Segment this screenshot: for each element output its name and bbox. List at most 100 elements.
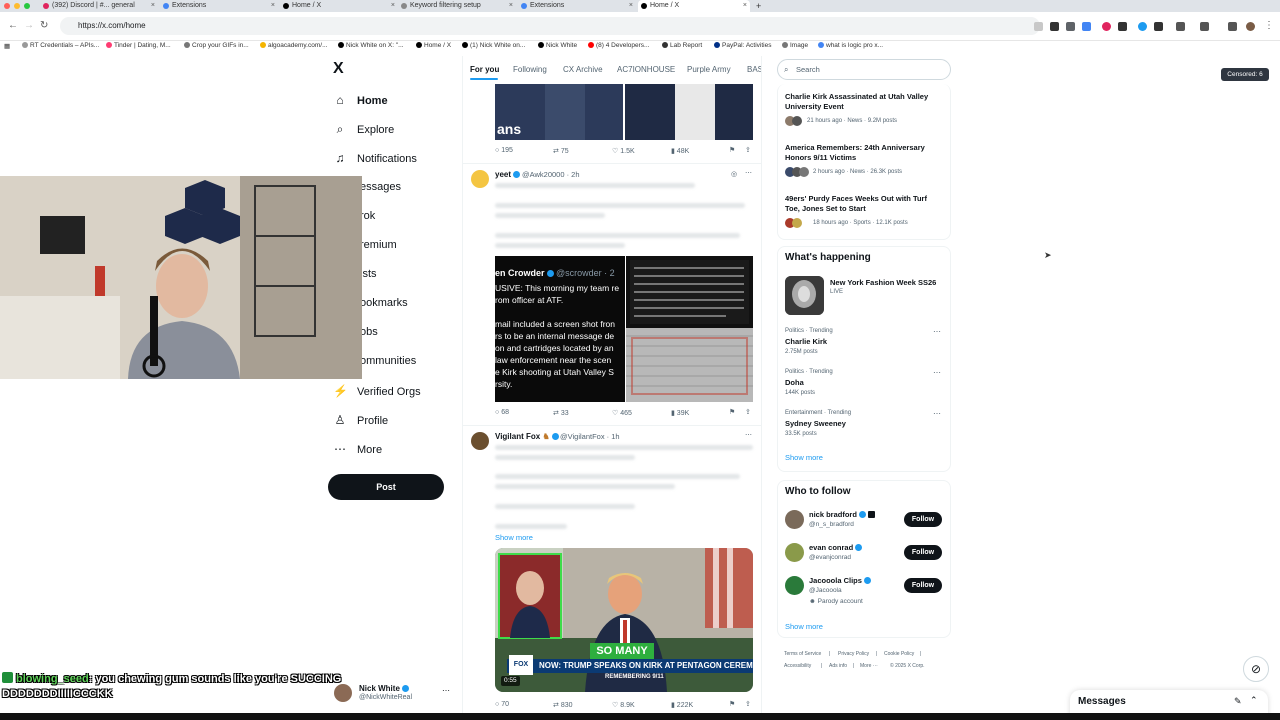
suggested-user-name[interactable]: Jacooola Clips (809, 576, 871, 585)
nav-home[interactable]: ⌂ Home (333, 89, 387, 111)
more-icon[interactable]: ⋮ (1264, 20, 1274, 31)
avatar[interactable] (785, 576, 804, 595)
news-item-title[interactable]: 49ers' Purdy Faces Weeks Out with Turf T… (785, 194, 935, 214)
bookmark-item[interactable]: what is logic pro x... (818, 42, 883, 49)
show-more-follow[interactable]: Show more (785, 622, 823, 631)
bookmark-item[interactable]: (1) Nick White on... (462, 42, 525, 49)
bookmark-item[interactable]: PayPal: Activities (714, 42, 772, 49)
tab-ac7ionhouse[interactable]: AC7IONHOUSE (617, 65, 675, 74)
menu-icon[interactable] (1228, 22, 1237, 31)
bookmark-item[interactable]: (8) 4 Developers... (588, 42, 649, 49)
suggested-user-name[interactable]: evan conrad (809, 543, 863, 552)
tab-bas[interactable]: BAS (747, 65, 761, 74)
follow-button[interactable]: Follow (904, 578, 942, 593)
x-logo-icon[interactable]: X (333, 60, 344, 78)
nav-communities[interactable]: ommunities (360, 350, 416, 372)
new-tab-button[interactable]: + (752, 0, 768, 12)
tab-home-x-active[interactable]: Home / X × (638, 0, 750, 12)
bookmark-icon[interactable]: ⚑ (729, 700, 735, 708)
bookmark-item[interactable]: RT Credentials – APIs... (22, 42, 99, 49)
tab-purple-army[interactable]: Purple Army (687, 65, 731, 74)
post-image[interactable]: ans (495, 84, 753, 140)
bookmark-icon[interactable]: ⚑ (729, 408, 735, 416)
reply-button[interactable]: ○ 68 (495, 409, 509, 416)
expand-icon[interactable]: ⌃ (1250, 695, 1258, 706)
extension-icon[interactable] (1102, 22, 1111, 31)
tab-for-you[interactable]: For you (470, 65, 499, 74)
author-handle[interactable]: @VigilantFox · 1h (560, 432, 620, 441)
nav-lists[interactable]: ists (360, 263, 377, 285)
nav-messages[interactable]: essages (360, 176, 401, 198)
extension-icon[interactable] (1082, 22, 1091, 31)
post-button[interactable]: Post (328, 474, 444, 500)
avatar[interactable] (1246, 22, 1255, 31)
bookmark-item[interactable]: algoacademy.com/... (260, 42, 328, 49)
footer-cookie[interactable]: Cookie Policy (884, 651, 914, 657)
views-button[interactable]: ▮ 222K (671, 701, 693, 709)
back-icon[interactable]: ← (8, 20, 18, 31)
trend-more-icon[interactable]: ⋯ (933, 409, 941, 418)
extension-icon[interactable] (1118, 22, 1127, 31)
trend-more-icon[interactable]: ⋯ (933, 327, 941, 336)
apps-icon[interactable]: ▦ (4, 42, 10, 50)
views-button[interactable]: ▮ 48K (671, 147, 689, 155)
like-button[interactable]: ♡ 8.9K (612, 701, 635, 709)
sidepanel-icon[interactable] (1200, 22, 1209, 31)
grok-icon[interactable]: ◎ (731, 170, 737, 178)
tab-cx-archive[interactable]: CX Archive (563, 65, 603, 74)
nav-jobs[interactable]: obs (360, 321, 378, 343)
reply-button[interactable]: ○ 70 (495, 701, 509, 708)
nav-profile[interactable]: ♙ Profile (333, 409, 389, 431)
repost-button[interactable]: ⇄ 830 (553, 701, 573, 709)
grok-floating-icon[interactable]: ⊘ (1243, 656, 1269, 682)
avatar[interactable] (785, 510, 804, 529)
footer-terms[interactable]: Terms of Service (784, 651, 821, 657)
close-icon[interactable]: × (509, 0, 513, 12)
share-icon[interactable]: ⇪ (745, 700, 751, 708)
nav-more[interactable]: ⋯ More (333, 438, 382, 460)
extension-icon[interactable] (1066, 22, 1075, 31)
video-player[interactable]: SO MANY NOW: TRUMP SPEAKS ON KIRK AT PEN… (495, 548, 753, 692)
footer-accessibility[interactable]: Accessibility (784, 663, 811, 669)
extension-icon[interactable] (1176, 22, 1185, 31)
reply-button[interactable]: ○ 195 (495, 147, 513, 154)
like-button[interactable]: ♡ 1.5K (612, 147, 635, 155)
forward-icon[interactable]: → (24, 20, 34, 31)
trend-name[interactable]: Doha (785, 378, 804, 387)
author-name[interactable]: Vigilant Fox ♞ (495, 432, 559, 441)
bookmark-item[interactable]: Lab Report (662, 42, 702, 49)
tab-extensions-2[interactable]: Extensions × (518, 0, 636, 12)
nav-verified-orgs[interactable]: ⚡ Verified Orgs (333, 380, 421, 402)
like-button[interactable]: ♡ 465 (612, 409, 632, 417)
nav-bookmarks[interactable]: ookmarks (360, 292, 408, 314)
bookmark-item[interactable]: Home / X (416, 42, 451, 49)
trend-name[interactable]: Sydney Sweeney (785, 419, 846, 428)
account-more-icon[interactable]: ⋯ (442, 686, 450, 695)
author-name[interactable]: yeet (495, 170, 521, 179)
new-message-icon[interactable]: ✎ (1234, 696, 1242, 707)
close-icon[interactable]: × (151, 0, 155, 12)
tab-extensions[interactable]: Extensions × (160, 0, 278, 12)
window-minimize-icon[interactable] (14, 3, 20, 9)
footer-ads-info[interactable]: Ads info (829, 663, 847, 669)
follow-button[interactable]: Follow (904, 512, 942, 527)
nav-notifications[interactable]: ♫ Notifications (333, 147, 417, 169)
extension-icon[interactable] (1050, 22, 1059, 31)
views-button[interactable]: ▮ 39K (671, 409, 689, 417)
share-icon[interactable]: ⇪ (745, 408, 751, 416)
repost-button[interactable]: ⇄ 75 (553, 147, 569, 155)
window-close-icon[interactable] (4, 3, 10, 9)
extension-icon[interactable] (1034, 22, 1043, 31)
bookmark-item[interactable]: Nick White on X: "... (338, 42, 404, 49)
avatar[interactable] (471, 170, 489, 188)
tab-discord[interactable]: (392) Discord | #... general × (40, 0, 158, 12)
extension-icon[interactable] (1154, 22, 1163, 31)
show-more-link[interactable]: Show more (495, 533, 533, 542)
post-more-icon[interactable]: ⋯ (745, 169, 752, 177)
close-icon[interactable]: × (391, 0, 395, 12)
extension-icon[interactable] (1138, 22, 1147, 31)
post-more-icon[interactable]: ⋯ (745, 431, 752, 439)
close-icon[interactable]: × (629, 0, 633, 12)
event-thumbnail[interactable] (785, 276, 824, 315)
close-icon[interactable]: × (271, 0, 275, 12)
